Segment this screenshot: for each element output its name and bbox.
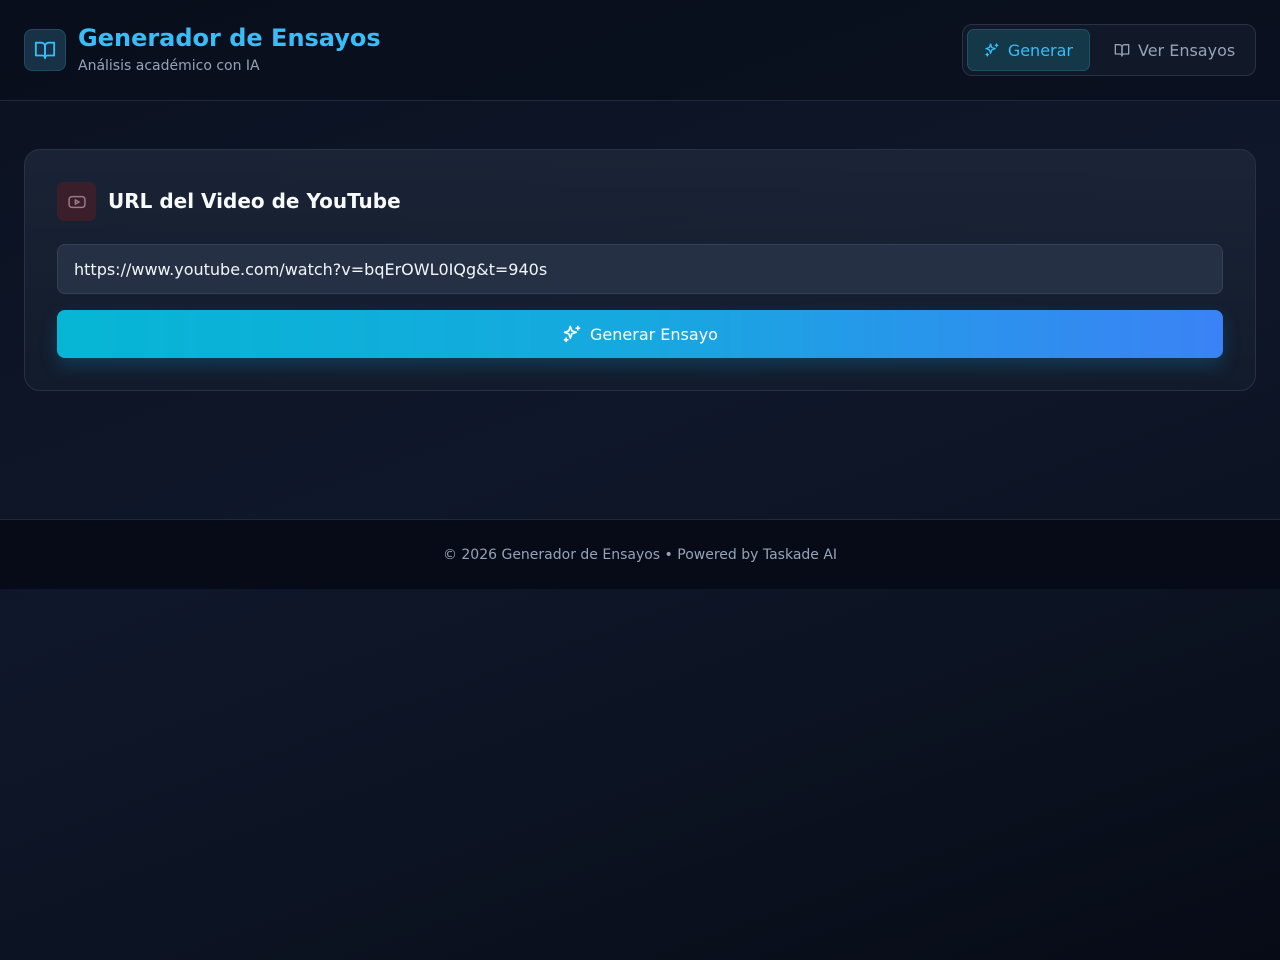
youtube-icon	[67, 195, 86, 208]
generate-essay-label: Generar Ensayo	[590, 324, 718, 344]
video-url-card: URL del Video de YouTube Generar Ensayo	[24, 149, 1256, 391]
logo	[24, 29, 66, 71]
app-title: Generador de Ensayos	[78, 24, 381, 52]
book-open-icon	[1114, 44, 1130, 57]
main-nav: Generar Ver Ensayos	[962, 24, 1256, 76]
app-footer: © 2026 Generador de Ensayos • Powered by…	[0, 519, 1280, 589]
app-subtitle: Análisis académico con IA	[78, 58, 260, 74]
nav-ver-ensayos-label: Ver Ensayos	[1138, 40, 1236, 60]
footer-text: © 2026 Generador de Ensayos • Powered by…	[442, 546, 838, 563]
nav-generar-label: Generar	[1007, 40, 1073, 60]
generate-essay-button[interactable]: Generar Ensayo	[57, 310, 1223, 358]
nav-ver-ensayos-button[interactable]: Ver Ensayos	[1098, 29, 1253, 71]
youtube-url-input[interactable]	[57, 244, 1223, 294]
nav-generar-button[interactable]: Generar	[967, 29, 1090, 71]
book-open-icon	[34, 41, 56, 60]
card-title: URL del Video de YouTube	[108, 189, 401, 213]
sparkles-icon	[985, 43, 999, 57]
sparkles-icon	[563, 325, 581, 343]
app-header: Generador de Ensayos Análisis académico …	[0, 0, 1280, 101]
youtube-icon-box	[57, 182, 96, 221]
